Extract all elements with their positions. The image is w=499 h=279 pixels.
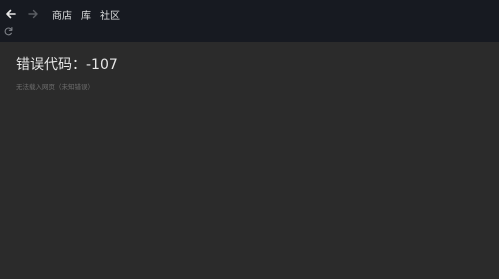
nav-link-community[interactable]: 社区 [100, 7, 120, 22]
arrow-right-icon[interactable] [26, 7, 40, 21]
arrow-left-icon[interactable] [4, 7, 18, 21]
reload-icon[interactable] [3, 26, 14, 37]
error-code-title: 错误代码：-107 [16, 57, 118, 73]
error-description: 无法载入网页（未知错误） [16, 83, 94, 91]
browser-window: 商店 库 社区 错误代码：-107 无法载入网页（未知错误） [0, 0, 499, 279]
nav-row: 商店 库 社区 [0, 4, 120, 24]
navigation-bar: 商店 库 社区 [0, 0, 499, 42]
page-content: 错误代码：-107 无法载入网页（未知错误） [0, 42, 499, 279]
nav-link-store[interactable]: 商店 [52, 7, 72, 22]
nav-link-library[interactable]: 库 [81, 7, 91, 22]
